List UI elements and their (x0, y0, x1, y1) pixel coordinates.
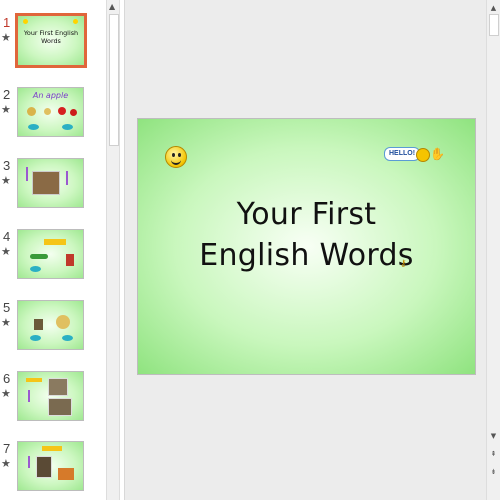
apple-icon (70, 109, 77, 116)
image-icon (44, 108, 51, 115)
slide-number: 2 (3, 87, 11, 102)
slide-number: 5 (3, 300, 11, 315)
thumbnail-scrollbar[interactable]: ▲ (106, 0, 120, 500)
hello-badge[interactable]: HELLO! (384, 147, 421, 161)
label-box (42, 446, 62, 451)
star-icon: ★ (1, 31, 11, 44)
image-icon (34, 319, 43, 330)
slide-thumbnail[interactable] (17, 441, 84, 491)
image-icon (66, 254, 74, 266)
image-icon (48, 378, 68, 396)
slide-thumbnail[interactable] (17, 300, 84, 350)
scrollbar-thumb[interactable] (109, 14, 119, 146)
slide-thumbnail[interactable] (17, 229, 84, 279)
thumbnail-row-2[interactable]: 2 ★ An apple (0, 87, 104, 147)
sound-icon (28, 124, 39, 130)
sound-icon (62, 124, 73, 130)
sound-icon (30, 335, 41, 341)
thumbnail-row-6[interactable]: 6 ★ (0, 371, 104, 431)
slide-thumbnail-pane: 1 ★ Your First English Words 2 ★ An appl… (0, 0, 104, 500)
image-icon (56, 315, 70, 329)
image-icon (32, 171, 60, 195)
slide-title-line: English Words (199, 238, 414, 273)
slide-number: 4 (3, 229, 11, 244)
slide-number: 3 (3, 158, 11, 173)
image-icon (58, 468, 74, 480)
slide-number: 1 (3, 15, 11, 30)
scroll-down-icon[interactable]: ▼ (488, 430, 499, 442)
smiley-icon[interactable] (165, 146, 187, 168)
label-box (44, 239, 66, 245)
thumbnail-row-1[interactable]: 1 ★ Your First English Words (0, 13, 104, 75)
scrollbar-thumb[interactable] (489, 14, 499, 36)
image-icon (48, 398, 72, 416)
scroll-up-icon[interactable]: ▲ (109, 2, 115, 11)
sound-icon (30, 266, 41, 272)
key-icon: ⚷ (400, 259, 407, 269)
label-box (26, 378, 42, 382)
slide-number: 7 (3, 441, 11, 456)
slide-thumbnail[interactable] (17, 158, 84, 208)
thumbnail-title: Your First English Words (23, 29, 79, 45)
star-icon: ★ (1, 245, 11, 258)
thumbnail-row-7[interactable]: 7 ★ (0, 441, 104, 501)
star-icon: ★ (1, 174, 11, 187)
thumbnail-row-4[interactable]: 4 ★ (0, 229, 104, 289)
apple-icon (58, 107, 66, 115)
smiley-icon (73, 19, 78, 24)
hand-wave-icon: ✋ (430, 147, 445, 161)
canvas-scrollbar[interactable]: ▲ ▼ ⇞ ⇟ (486, 0, 500, 500)
smiley-icon (23, 19, 28, 24)
star-icon: ★ (1, 103, 11, 116)
thumbnail-row-5[interactable]: 5 ★ (0, 300, 104, 360)
slide-title[interactable]: Your First English Words (138, 194, 475, 276)
smiley-icon (416, 148, 430, 162)
slide-thumbnail[interactable]: Your First English Words (15, 13, 87, 68)
thumbnail-row-3[interactable]: 3 ★ (0, 158, 104, 218)
slide-thumbnail[interactable]: An apple (17, 87, 84, 137)
pencil-icon (26, 167, 28, 181)
image-icon (30, 254, 48, 259)
pencil-icon (66, 171, 68, 185)
star-icon: ★ (1, 387, 11, 400)
previous-slide-icon[interactable]: ⇞ (488, 448, 499, 460)
star-icon: ★ (1, 316, 11, 329)
scroll-up-icon[interactable]: ▲ (488, 2, 499, 14)
slide-title-line: Your First (236, 197, 377, 232)
current-slide[interactable]: HELLO! ✋ Your First English Words ⚷ (137, 118, 476, 375)
next-slide-icon[interactable]: ⇟ (488, 466, 499, 478)
image-icon (36, 456, 52, 478)
pencil-icon (28, 390, 30, 402)
slide-number: 6 (3, 371, 11, 386)
slide-thumbnail[interactable] (17, 371, 84, 421)
pencil-icon (28, 456, 30, 468)
image-icon (27, 107, 36, 116)
star-icon: ★ (1, 457, 11, 470)
thumbnail-title: An apple (32, 91, 69, 100)
sound-icon (62, 335, 73, 341)
